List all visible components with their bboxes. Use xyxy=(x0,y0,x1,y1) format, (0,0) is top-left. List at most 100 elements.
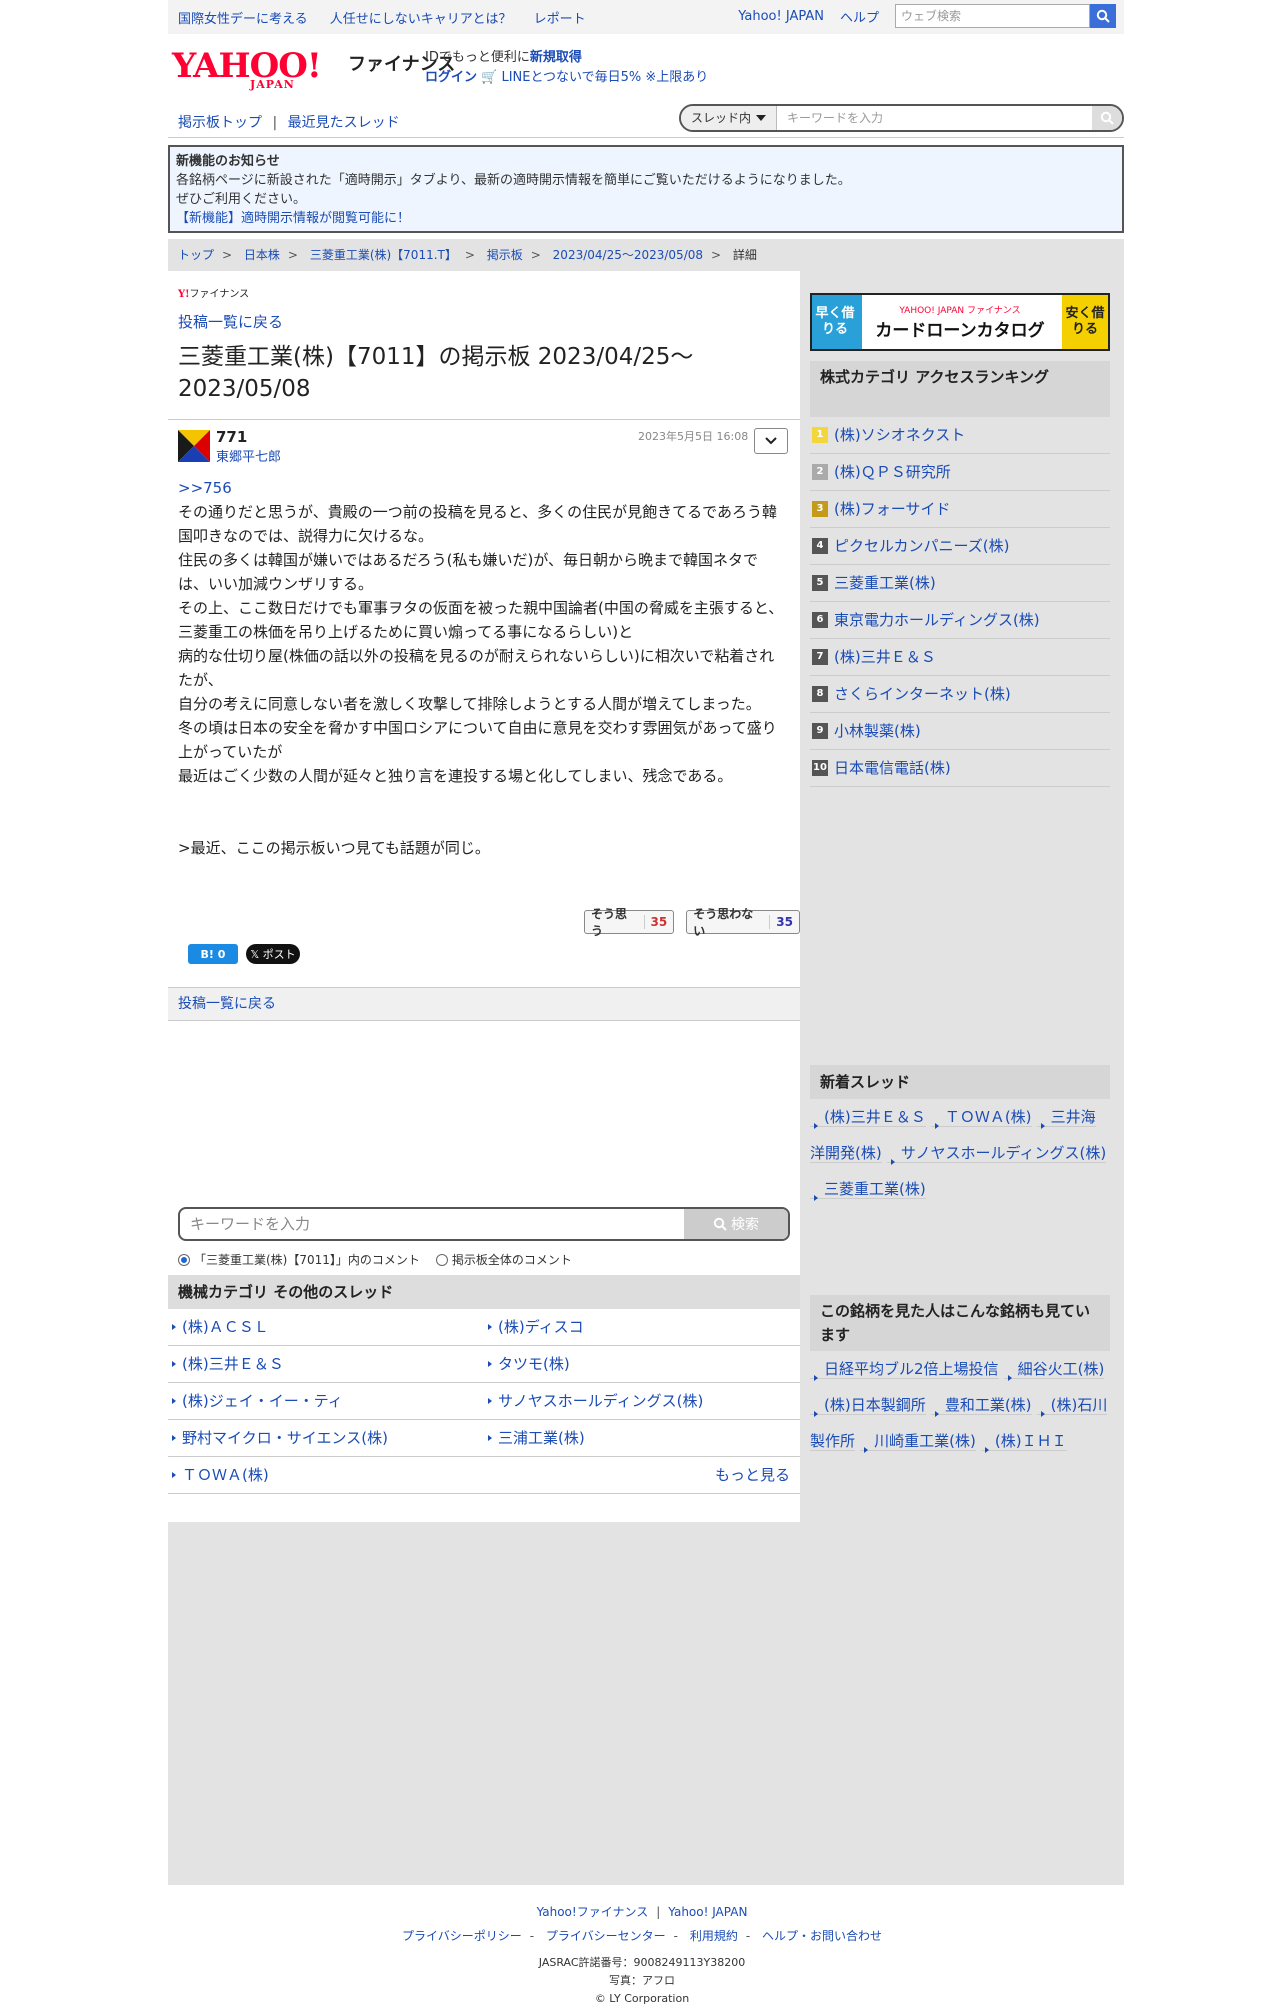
card-loan-banner[interactable]: 早く借りる YAHOO! JAPAN ファイナンス カードローンカタログ 安く借り… xyxy=(810,293,1110,351)
web-search-input[interactable]: ウェブ検索 xyxy=(895,4,1090,28)
breadcrumb-top[interactable]: トップ xyxy=(178,248,214,262)
main-column: Y!ファイナンス 投稿一覧に戻る 三菱重工業(株)【7011】の掲示板 2023… xyxy=(168,271,800,1885)
avatar xyxy=(178,430,210,462)
breadcrumb-stock[interactable]: 三菱重工業(株)【7011.T】 xyxy=(310,248,457,262)
signup-link[interactable]: 新規取得 xyxy=(530,50,582,65)
breadcrumb-period[interactable]: 2023/04/25～2023/05/08 xyxy=(553,248,703,262)
other-thread-item[interactable]: タツモ(株) xyxy=(484,1346,800,1383)
rank-badge: 10 xyxy=(812,760,828,776)
board-keyword-input[interactable]: キーワードを入力 xyxy=(180,1209,684,1239)
promo-link-2[interactable]: 人任せにしないキャリアとは？ xyxy=(330,12,512,27)
banner-right-text: 安く借りる xyxy=(1065,306,1105,337)
rank-badge: 3 xyxy=(812,501,828,517)
yahoo-logo[interactable]: YAHOO! JAPAN xyxy=(172,46,322,91)
notice-title: 新機能のお知らせ xyxy=(176,154,280,169)
recent-threads-link[interactable]: 最近見たスレッド xyxy=(288,115,400,131)
other-thread-item[interactable]: サノヤスホールディングス(株) xyxy=(484,1383,800,1420)
ranking-item[interactable]: 6 東京電力ホールディングス(株) xyxy=(810,602,1110,639)
agree-button[interactable]: そう思う 35 xyxy=(584,907,675,938)
new-thread-item[interactable]: ＴＯＷＡ(株) xyxy=(930,1108,1032,1127)
post-date: 2023年5月5日 16:08 xyxy=(638,430,749,443)
ranking-item[interactable]: 8 さくらインターネット(株) xyxy=(810,676,1110,713)
finance-mini-logo: Y!ファイナンス xyxy=(178,289,250,300)
page-title: 三菱重工業(株)【7011】の掲示板 2023/04/25～2023/05/08 xyxy=(178,344,694,402)
footer-privacy-center-link[interactable]: プライバシーセンター xyxy=(546,1929,666,1943)
search-scope-select[interactable]: スレッド内 xyxy=(681,106,777,130)
board-search-button[interactable]: 検索 xyxy=(684,1209,788,1239)
banner-main-text: YAHOO! JAPAN ファイナンス カードローンカタログ xyxy=(875,306,1045,341)
rank-badge: 1 xyxy=(812,427,828,443)
reply-link[interactable]: >>756 xyxy=(178,476,788,500)
promo-link-3[interactable]: レポート xyxy=(534,12,586,27)
breadcrumb-japan-stocks[interactable]: 日本株 xyxy=(244,248,280,262)
new-thread-item[interactable]: サノヤスホールディングス(株) xyxy=(886,1144,1107,1163)
post-author[interactable]: 東郷平七郎 xyxy=(216,446,281,465)
ranking-item[interactable]: 10 日本電信電話(株) xyxy=(810,750,1110,787)
breadcrumb-sep: > xyxy=(711,248,722,262)
post-line: 最近はごく少数の人間が延々と独り言を連投する場と化してしまい、残念である。 xyxy=(178,767,733,785)
ranking-title: 株式カテゴリ アクセスランキング xyxy=(810,361,1110,417)
post-body: >>756 その通りだと思うが、貴殿の一つ前の投稿を見ると、多くの住民が見飽きて… xyxy=(178,476,788,860)
other-thread-item[interactable]: (株)ジェイ・イー・ティ xyxy=(168,1383,484,1420)
footer-finance-link[interactable]: Yahoo!ファイナンス xyxy=(537,1905,649,1919)
footer-copyright: © LY Corporation xyxy=(594,1992,690,2005)
disagree-button[interactable]: そう思わない 35 xyxy=(686,907,800,938)
post-line: 住民の多くは韓国が嫌いではあるだろう(私も嫌いだ)が、毎日朝から晩まで韓国ネタで… xyxy=(178,551,759,593)
notice-link[interactable]: 【新機能】適時開示情報が閲覧可能に！ xyxy=(176,209,1116,228)
login-link[interactable]: ログイン xyxy=(425,70,477,85)
breadcrumb-board[interactable]: 掲示板 xyxy=(487,248,523,262)
also-viewed-item[interactable]: 豊和工業(株) xyxy=(930,1396,1032,1415)
line-promo-link[interactable]: LINEとつないで毎日5% ※上限あり xyxy=(501,70,708,85)
new-thread-item[interactable]: (株)三井Ｅ＆Ｓ xyxy=(810,1108,926,1127)
hatena-bookmark-button[interactable]: B! 0 xyxy=(188,944,238,964)
yahoo-japan-link[interactable]: Yahoo! JAPAN xyxy=(738,9,824,24)
other-thread-item[interactable]: ＴＯＷＡ(株) xyxy=(168,1457,484,1494)
thread-keyword-input[interactable]: キーワードを入力 xyxy=(777,106,1092,130)
radio-all-scope[interactable]: 掲示板全体のコメント xyxy=(435,1251,572,1268)
chevron-down-icon xyxy=(765,437,777,445)
thread-search-button[interactable] xyxy=(1092,106,1122,130)
ranking-item[interactable]: 9 小林製薬(株) xyxy=(810,713,1110,750)
also-viewed-item[interactable]: 日経平均ブル2倍上場投信 xyxy=(810,1360,999,1379)
other-thread-item[interactable]: 三浦工業(株) xyxy=(484,1420,800,1457)
more-threads-link[interactable]: もっと見る xyxy=(484,1457,800,1494)
ranking-item[interactable]: 4 ピクセルカンパニーズ(株) xyxy=(810,528,1110,565)
ranking-item[interactable]: 5 三菱重工業(株) xyxy=(810,565,1110,602)
ranking-item[interactable]: 7 (株)三井Ｅ＆Ｓ xyxy=(810,639,1110,676)
also-viewed-item[interactable]: (株)日本製鋼所 xyxy=(810,1396,926,1415)
back-to-list-link-2[interactable]: 投稿一覧に戻る xyxy=(178,996,276,1012)
post-menu-button[interactable] xyxy=(754,428,788,454)
ranking-item[interactable]: 1 (株)ソシオネクスト xyxy=(810,417,1110,454)
also-viewed-item[interactable]: (株)ＩＨＩ xyxy=(980,1432,1067,1451)
ranking-item[interactable]: 3 (株)フォーサイド xyxy=(810,491,1110,528)
main-bottom-area xyxy=(168,1522,800,1885)
new-thread-item[interactable]: 三菱重工業(株) xyxy=(810,1180,926,1199)
web-search-button[interactable] xyxy=(1090,4,1116,28)
promo-link-1[interactable]: 国際女性デーに考える xyxy=(178,12,308,27)
search-icon xyxy=(1096,9,1110,23)
also-viewed-item[interactable]: 細谷火工(株) xyxy=(1003,1360,1105,1379)
new-threads: 新着スレッド (株)三井Ｅ＆Ｓ ＴＯＷＡ(株) 三井海洋開発(株) サノヤスホー… xyxy=(810,1065,1110,1207)
other-thread-item[interactable]: (株)三井Ｅ＆Ｓ xyxy=(168,1346,484,1383)
breadcrumb: トップ > 日本株 > 三菱重工業(株)【7011.T】 > 掲示板 > 2023/04… xyxy=(168,239,1124,271)
post-number[interactable]: 771 xyxy=(216,428,247,446)
also-viewed-title: この銘柄を見た人はこんな銘柄も見ています xyxy=(810,1295,1110,1351)
other-thread-item[interactable]: 野村マイクロ・サイエンス(株) xyxy=(168,1420,484,1457)
other-thread-item[interactable]: (株)ＡＣＳＬ xyxy=(168,1309,484,1346)
footer-sep: - xyxy=(745,1929,751,1943)
sidebar: 早く借りる YAHOO! JAPAN ファイナンス カードローンカタログ 安く借り… xyxy=(800,271,1124,1885)
board-search: キーワードを入力 検索 xyxy=(178,1207,790,1241)
other-thread-item[interactable]: (株)ディスコ xyxy=(484,1309,800,1346)
help-link[interactable]: ヘルプ xyxy=(840,7,879,26)
footer-terms-link[interactable]: 利用規約 xyxy=(690,1929,738,1943)
radio-thread-scope[interactable]: 「三菱重工業(株)【7011】」内のコメント xyxy=(178,1251,420,1268)
back-to-list-link[interactable]: 投稿一覧に戻る xyxy=(178,311,283,332)
x-post-button[interactable]: 𝕏 ポスト xyxy=(246,944,300,964)
footer-yahoo-link[interactable]: Yahoo! JAPAN xyxy=(668,1905,747,1919)
board-top-link[interactable]: 掲示板トップ xyxy=(178,115,262,131)
cart-icon: 🛒 xyxy=(481,70,498,85)
also-viewed-item[interactable]: 川崎重工業(株) xyxy=(860,1432,976,1451)
footer-help-link[interactable]: ヘルプ・お問い合わせ xyxy=(762,1929,882,1943)
footer-privacy-policy-link[interactable]: プライバシーポリシー xyxy=(402,1929,522,1943)
ranking-item[interactable]: 2 (株)ＱＰＳ研究所 xyxy=(810,454,1110,491)
